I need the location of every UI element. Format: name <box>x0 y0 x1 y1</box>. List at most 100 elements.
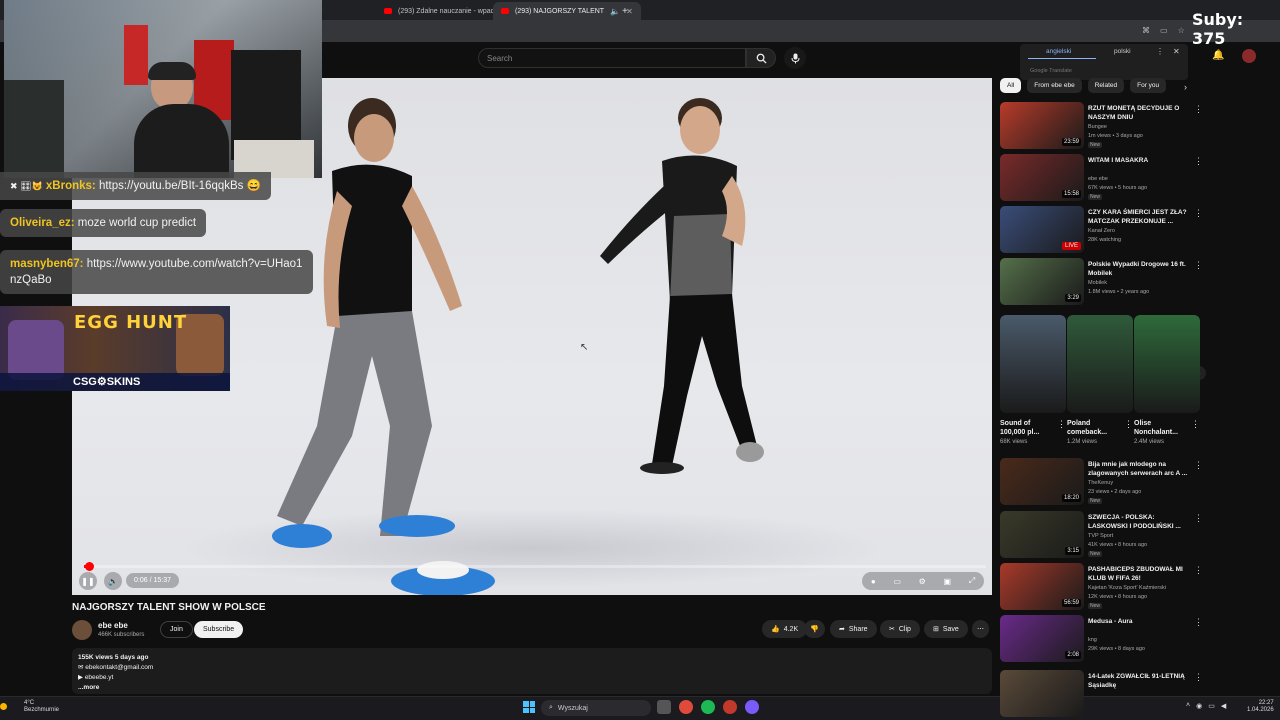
account-avatar[interactable] <box>1242 49 1256 63</box>
more-options-icon[interactable]: ⋮ <box>1194 672 1203 683</box>
short-thumbnail[interactable] <box>1134 315 1200 413</box>
close-icon[interactable]: ✕ <box>1173 47 1180 56</box>
pause-button[interactable]: ❚❚ <box>79 572 97 590</box>
recommendation-item[interactable]: 56:59 PASHABICEPS ZBUDOWAŁ MI KLUB W FIF… <box>1000 563 1205 611</box>
weather-widget[interactable]: 4°C Bezchmurnie <box>8 700 59 714</box>
more-options-icon[interactable]: ⋮ <box>1194 260 1203 271</box>
recommendation-item[interactable]: 3:15 SZWECJA - POLSKA: LASKOWSKI I PODOL… <box>1000 511 1205 559</box>
cast-icon[interactable]: ▭ <box>1160 26 1168 35</box>
like-button[interactable]: 👍 4.2K <box>762 620 808 638</box>
recommendation-channel[interactable]: kng <box>1088 637 1097 643</box>
translate-source-language-tab[interactable]: angielski <box>1046 48 1071 55</box>
short-item[interactable]: Sound of 100,000 pl... 68K views ⋮ <box>1000 315 1066 445</box>
taskbar-clock[interactable]: 22:27 1.04.2026 <box>1247 700 1274 714</box>
chevron-right-icon[interactable]: › <box>1184 82 1187 92</box>
recommendation-item[interactable]: 14-Latek ZGWAŁCIŁ 91-LETNIĄ Sąsiadkę ⋮ <box>1000 670 1205 718</box>
more-actions-button[interactable]: ⋯ <box>972 620 989 638</box>
recommendation-item[interactable]: 15:58 WITAM I MASAKRA ebe ebe 67K views … <box>1000 154 1205 202</box>
file-explorer-icon[interactable] <box>657 700 671 714</box>
recommendation-title[interactable]: Medusa - Aura <box>1088 617 1192 626</box>
network-icon[interactable]: ▭ <box>1208 702 1215 710</box>
translate-icon[interactable]: ⌘ <box>1142 26 1150 35</box>
more-options-icon[interactable]: ⋮ <box>1194 460 1203 471</box>
more-options-icon[interactable]: ⋮ <box>1156 47 1164 56</box>
recommendation-item[interactable]: LIVE CZY KARA ŚMIERCI JEST ZŁA? MATCZAK … <box>1000 206 1205 254</box>
recommendation-channel[interactable]: TVP Sport <box>1088 533 1113 539</box>
progress-bar[interactable] <box>84 565 986 568</box>
voice-search-button[interactable] <box>784 47 806 69</box>
video-thumbnail[interactable]: 56:59 <box>1000 563 1084 610</box>
save-button[interactable]: ⊞ Save <box>924 620 968 638</box>
chip-from-channel[interactable]: From ebe ebe <box>1027 78 1082 93</box>
recommendation-title[interactable]: Bija mnie jak mlodego na zlagowanych ser… <box>1088 460 1192 478</box>
chip-related[interactable]: Related <box>1087 78 1125 93</box>
short-title[interactable]: Olise Nonchalant... <box>1134 419 1190 437</box>
recommendation-item[interactable]: 3:29 Polskie Wypadki Drogowe 16 ft. Mobi… <box>1000 258 1205 306</box>
more-options-icon[interactable]: ⋮ <box>1194 208 1203 219</box>
dislike-button[interactable]: 👎 <box>804 620 825 638</box>
short-title[interactable]: Sound of 100,000 pl... <box>1000 419 1056 437</box>
recommendation-title[interactable]: Polskie Wypadki Drogowe 16 ft. Mobilek <box>1088 260 1192 278</box>
more-options-icon[interactable]: ⋮ <box>1057 419 1066 430</box>
app-icon[interactable] <box>723 700 737 714</box>
short-thumbnail[interactable] <box>1000 315 1066 413</box>
miniplayer-icon[interactable]: ▣ <box>943 577 951 586</box>
notifications-bell-icon[interactable]: 🔔 <box>1212 50 1224 61</box>
bookmark-star-icon[interactable]: ☆ <box>1178 26 1185 35</box>
autoplay-toggle-icon[interactable]: ● <box>871 577 876 586</box>
recommendation-channel[interactable]: TheKenuy <box>1088 480 1113 486</box>
recommendation-title[interactable]: CZY KARA ŚMIERCI JEST ZŁA? MATCZAK PRZEK… <box>1088 208 1192 226</box>
video-thumbnail[interactable] <box>1000 670 1084 717</box>
share-button[interactable]: ➦ Share <box>830 620 877 638</box>
volume-button[interactable]: 🔈 <box>104 572 122 590</box>
video-thumbnail[interactable]: 15:58 <box>1000 154 1084 201</box>
recommendation-title[interactable]: SZWECJA - POLSKA: LASKOWSKI I PODOLIŃSKI… <box>1088 513 1192 531</box>
video-thumbnail[interactable]: 2:08 <box>1000 615 1084 662</box>
more-options-icon[interactable]: ⋮ <box>1194 565 1203 576</box>
more-options-icon[interactable]: ⋮ <box>1194 617 1203 628</box>
recommendation-channel[interactable]: Kanał Zero <box>1088 228 1115 234</box>
taskbar-search[interactable]: ⌕ Wyszukaj <box>541 700 651 716</box>
recommendation-item[interactable]: 23:59 RZUT MONETĄ DECYDUJE O NASZYM DNIU… <box>1000 102 1205 150</box>
new-tab-button[interactable]: + <box>614 2 636 20</box>
progress-scrubber-handle[interactable] <box>85 562 94 571</box>
chip-for-you[interactable]: For you <box>1130 78 1167 93</box>
short-title[interactable]: Poland comeback... <box>1067 419 1123 437</box>
description-box[interactable]: 155K views 5 days ago ✉ ebekontakt@gmail… <box>72 648 992 694</box>
more-options-icon[interactable]: ⋮ <box>1124 419 1133 430</box>
discord-icon[interactable] <box>745 700 759 714</box>
subtitles-icon[interactable]: ▭ <box>893 577 901 586</box>
recommendation-title[interactable]: WITAM I MASAKRA <box>1088 156 1192 165</box>
recommendation-channel[interactable]: Kajetan 'Koza Sport' Kaźmierski <box>1088 585 1166 591</box>
show-more-link[interactable]: ...more <box>78 683 986 693</box>
recommendation-item[interactable]: 18:20 Bija mnie jak mlodego na zlagowany… <box>1000 458 1205 506</box>
more-options-icon[interactable]: ⋮ <box>1194 513 1203 524</box>
search-input[interactable]: Search <box>478 48 746 68</box>
channel-name[interactable]: ebe ebe <box>98 621 128 630</box>
volume-icon[interactable]: ◀ <box>1221 702 1226 710</box>
translate-target-language-tab[interactable]: polski <box>1114 48 1131 55</box>
settings-gear-icon[interactable]: ⚙ <box>919 577 926 586</box>
short-thumbnail[interactable] <box>1067 315 1133 413</box>
short-item[interactable]: Poland comeback... 1.2M views ⋮ <box>1067 315 1133 445</box>
recommendation-channel[interactable]: Mobilek <box>1088 280 1107 286</box>
spotify-icon[interactable] <box>701 700 715 714</box>
chip-all[interactable]: All <box>1000 78 1022 93</box>
more-options-icon[interactable]: ⋮ <box>1191 419 1200 430</box>
more-options-icon[interactable]: ⋮ <box>1194 156 1203 167</box>
recommendation-title[interactable]: 14-Latek ZGWAŁCIŁ 91-LETNIĄ Sąsiadkę <box>1088 672 1192 690</box>
recommendation-title[interactable]: RZUT MONETĄ DECYDUJE O NASZYM DNIU <box>1088 104 1192 122</box>
recommendation-channel[interactable]: ebe ebe <box>1088 176 1108 182</box>
search-button[interactable] <box>746 48 776 68</box>
fullscreen-icon[interactable]: ⤢ <box>969 576 975 586</box>
video-thumbnail[interactable]: 18:20 <box>1000 458 1084 505</box>
channel-avatar[interactable] <box>72 620 92 640</box>
video-thumbnail[interactable]: LIVE <box>1000 206 1084 253</box>
windows-start-icon[interactable] <box>523 701 535 713</box>
clip-button[interactable]: ✂ Clip <box>880 620 920 638</box>
video-thumbnail[interactable]: 23:59 <box>1000 102 1084 149</box>
video-thumbnail[interactable]: 3:15 <box>1000 511 1084 558</box>
recommendation-title[interactable]: PASHABICEPS ZBUDOWAŁ MI KLUB W FIFA 26! <box>1088 565 1192 583</box>
short-item[interactable]: Olise Nonchalant... 2.4M views ⋮ <box>1134 315 1200 445</box>
recommendation-channel[interactable]: Bungee <box>1088 124 1107 130</box>
